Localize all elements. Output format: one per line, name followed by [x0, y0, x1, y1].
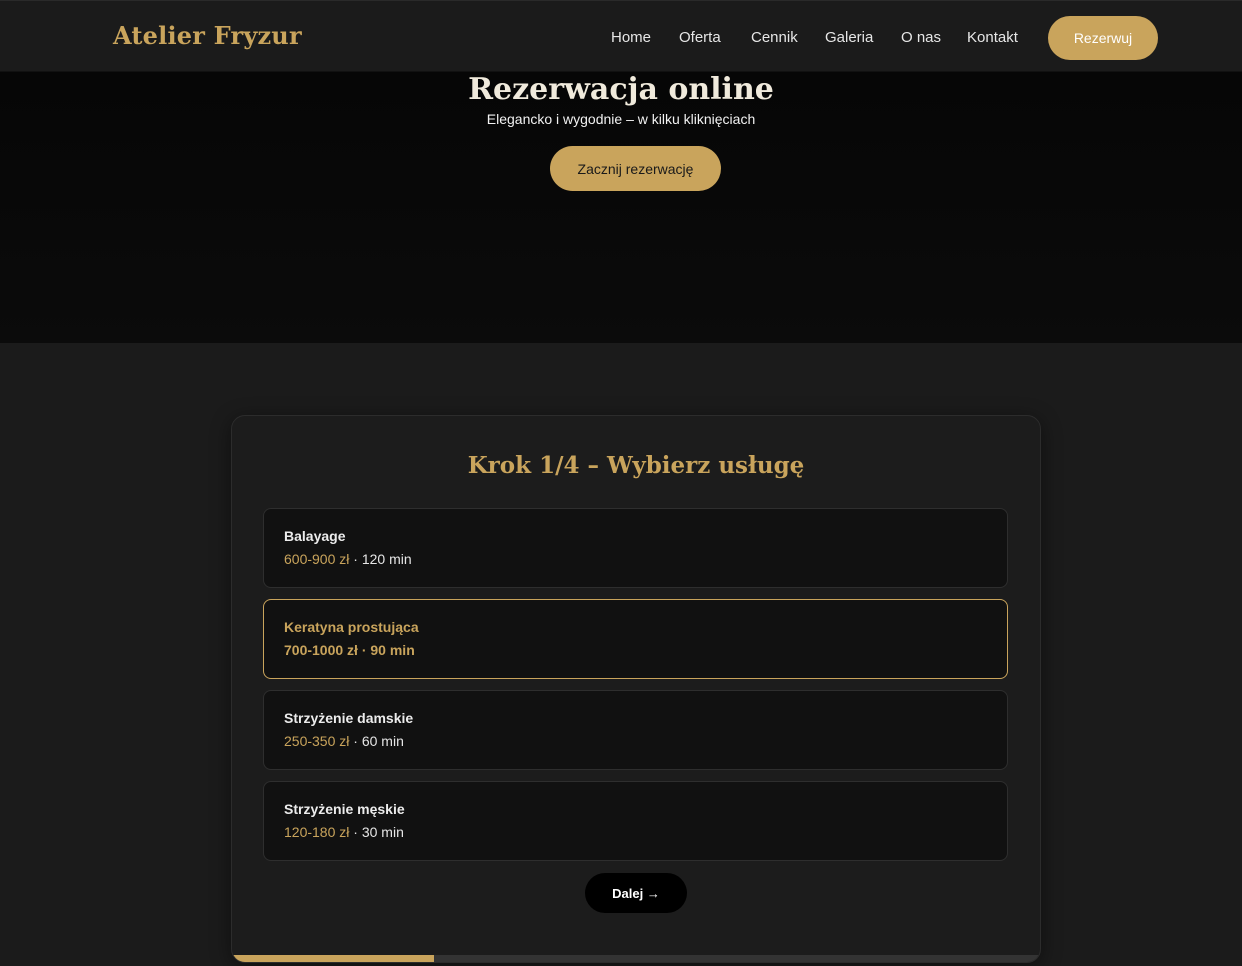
service-meta: 120-180 zł · 30 min — [284, 824, 404, 840]
start-booking-button[interactable]: Zacznij rezerwację — [550, 146, 721, 191]
step-title: Krok 1/4 – Wybierz usługę — [467, 452, 805, 479]
nav-link-home[interactable]: Home — [611, 29, 651, 46]
hero-subtitle: Elegancko i wygodnie – w kilku kliknięci… — [486, 111, 756, 127]
service-price: 600-900 zł — [284, 551, 350, 567]
service-price: 250-350 zł — [284, 733, 350, 749]
service-option-keratyna[interactable]: Keratyna prostująca 700-1000 zł · 90 min — [263, 599, 1008, 679]
service-duration: · 60 min — [349, 733, 404, 749]
nav-link-o-nas[interactable]: O nas — [901, 29, 941, 46]
service-option-strzyzenie-damskie[interactable]: Strzyżenie damskie 250-350 zł · 60 min — [263, 690, 1008, 770]
progress-bar — [232, 955, 1040, 962]
hero-title: Rezerwacja online — [468, 72, 774, 107]
service-price: 120-180 zł — [284, 824, 350, 840]
top-navbar: Atelier Fryzur Home Oferta Cennik Galeri… — [0, 0, 1242, 72]
nav-link-kontakt[interactable]: Kontakt — [967, 29, 1018, 46]
booking-card: Krok 1/4 – Wybierz usługę Balayage 600-9… — [231, 415, 1041, 963]
service-option-strzyzenie-meskie[interactable]: Strzyżenie męskie 120-180 zł · 30 min — [263, 781, 1008, 861]
service-duration: · 90 min — [357, 642, 415, 658]
service-price: 700-1000 zł — [284, 642, 358, 658]
service-meta: 600-900 zł · 120 min — [284, 551, 412, 567]
service-name: Keratyna prostująca — [284, 619, 419, 635]
book-button[interactable]: Rezerwuj — [1048, 16, 1158, 60]
service-name: Strzyżenie męskie — [284, 801, 405, 817]
service-option-balayage[interactable]: Balayage 600-900 zł · 120 min — [263, 508, 1008, 588]
service-meta: 700-1000 zł · 90 min — [284, 642, 415, 658]
service-meta: 250-350 zł · 60 min — [284, 733, 404, 749]
nav-link-oferta[interactable]: Oferta — [679, 29, 721, 46]
nav-link-cennik[interactable]: Cennik — [751, 29, 798, 46]
next-step-button[interactable]: Dalej → — [585, 873, 687, 913]
service-duration: · 120 min — [349, 551, 412, 567]
hero-section: Rezerwacja online Elegancko i wygodnie –… — [0, 72, 1242, 343]
progress-fill — [232, 955, 434, 962]
service-name: Balayage — [284, 528, 346, 544]
service-duration: · 30 min — [349, 824, 404, 840]
nav-link-galeria[interactable]: Galeria — [825, 29, 873, 46]
service-name: Strzyżenie damskie — [284, 710, 414, 726]
